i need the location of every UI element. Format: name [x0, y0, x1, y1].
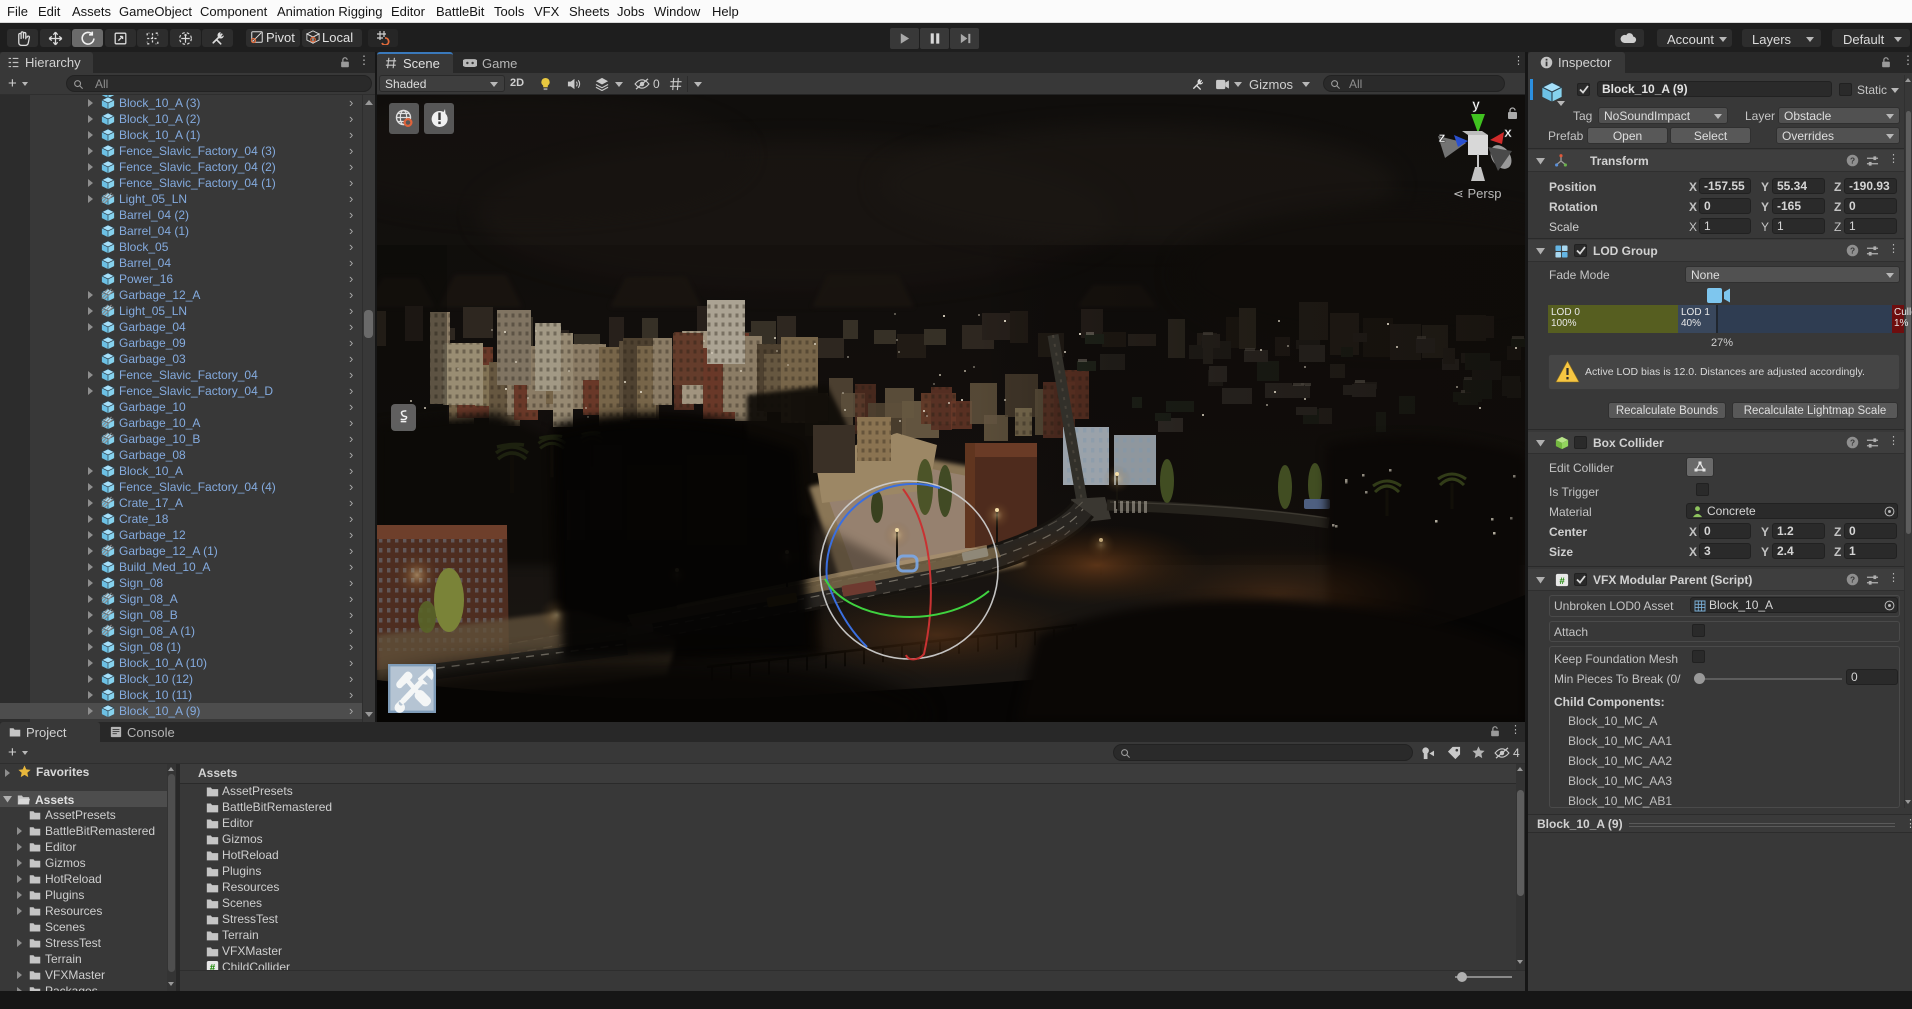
svg-text:y: y [1472, 96, 1480, 112]
svg-text:⋖ Persp: ⋖ Persp [1453, 186, 1501, 201]
svg-text:?: ? [1850, 575, 1855, 585]
svg-text:?: ? [1850, 246, 1855, 256]
svg-text:?: ? [1850, 156, 1855, 166]
svg-text:x: x [1504, 124, 1512, 140]
svg-text:#: # [1559, 576, 1565, 587]
svg-text:z: z [1439, 129, 1446, 145]
svg-text:?: ? [1850, 438, 1855, 448]
